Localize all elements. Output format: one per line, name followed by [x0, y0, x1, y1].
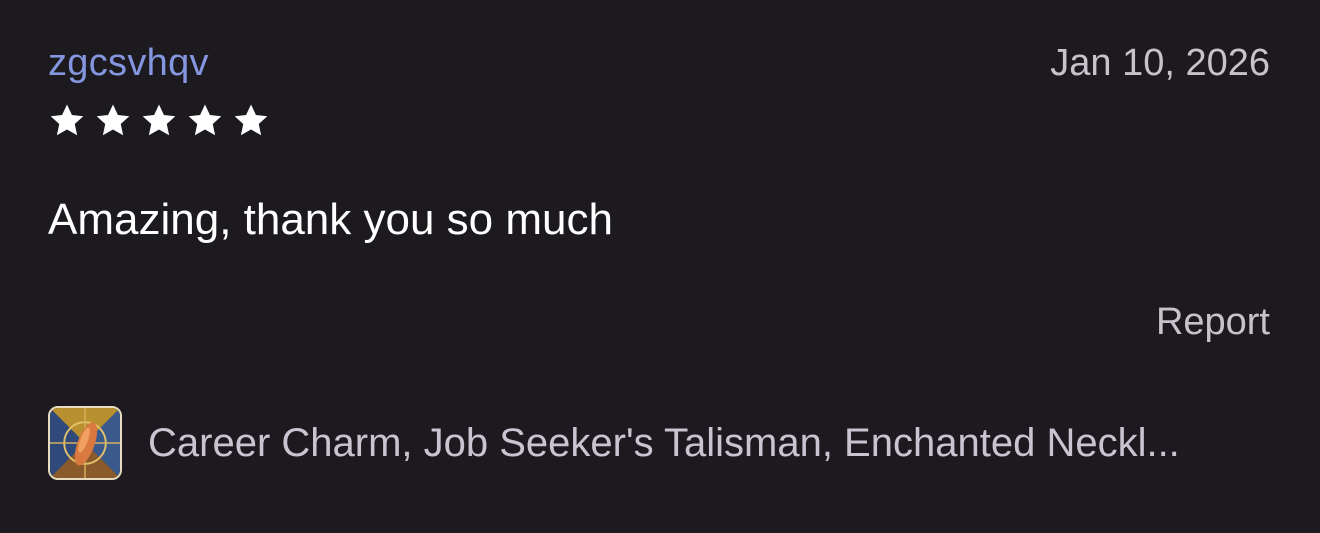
talisman-product-thumbnail [48, 406, 122, 480]
star-icon [142, 104, 176, 136]
star-icon [188, 104, 222, 136]
review-text: Amazing, thank you so much [48, 195, 613, 244]
report-button[interactable]: Report [1156, 299, 1270, 345]
review-card: zgcsvhqv Jan 10, 2026 Amazing, thank you… [0, 0, 1320, 533]
listing-link[interactable]: Career Charm, Job Seeker's Talisman, Enc… [48, 405, 1270, 481]
reviewer-name-link[interactable]: zgcsvhqv [48, 40, 209, 86]
star-icon [234, 104, 268, 136]
star-rating [48, 102, 270, 140]
star-icon [50, 104, 84, 136]
star-icon [96, 104, 130, 136]
review-date: Jan 10, 2026 [1050, 42, 1270, 84]
listing-title: Career Charm, Job Seeker's Talisman, Enc… [148, 421, 1180, 465]
